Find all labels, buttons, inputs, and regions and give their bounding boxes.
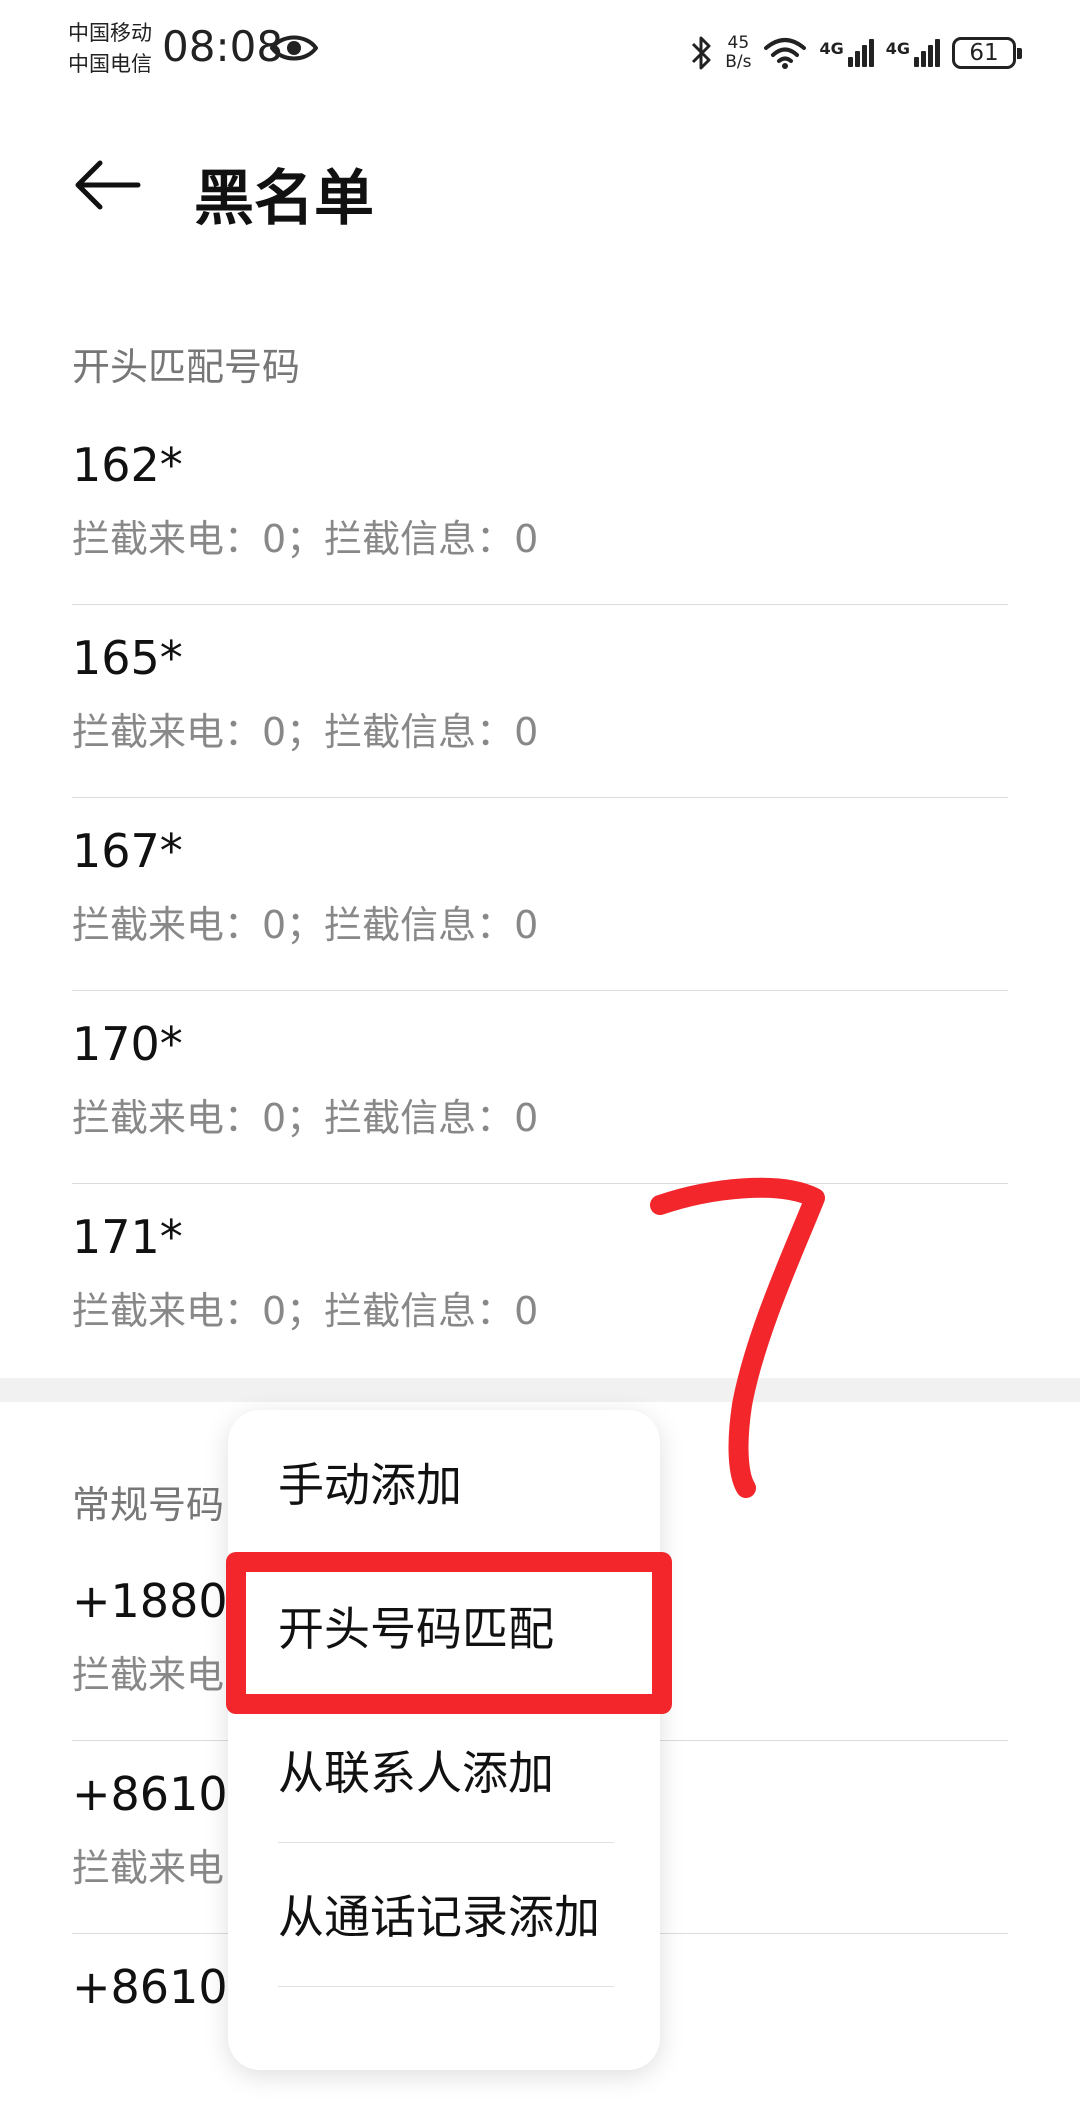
menu-divider xyxy=(278,1986,614,1987)
block-stats: 拦截来电 xyxy=(72,1846,225,1890)
section-header-regular: 常规号码 xyxy=(72,1483,225,1527)
menu-item-manual-add[interactable]: 手动添加 xyxy=(278,1410,614,1554)
bluetooth-icon xyxy=(692,36,711,70)
block-stats: 拦截来电：0；拦截信息：0 xyxy=(72,710,539,754)
sim2-network-type: 4G xyxy=(885,39,910,58)
list-item[interactable]: 167* 拦截来电：0；拦截信息：0 xyxy=(72,798,1008,991)
back-arrow-icon[interactable] xyxy=(72,155,142,215)
block-stats: 拦截来电 xyxy=(72,1653,225,1697)
menu-item-add-from-contacts[interactable]: 从联系人添加 xyxy=(278,1698,614,1842)
page-title: 黑名单 xyxy=(194,164,374,234)
block-stats: 拦截来电：0；拦截信息：0 xyxy=(72,903,539,947)
list-item[interactable]: 165* 拦截来电：0；拦截信息：0 xyxy=(72,605,1008,798)
app-bar: 黑名单 xyxy=(0,120,1080,250)
blocked-number: 171* xyxy=(72,1210,183,1264)
blocked-number: 165* xyxy=(72,631,183,685)
network-speed: 45 B/s xyxy=(725,34,751,72)
battery-level: 61 xyxy=(969,40,999,66)
list-item[interactable]: 170* 拦截来电：0；拦截信息：0 xyxy=(72,991,1008,1184)
blocked-number: 167* xyxy=(72,824,183,878)
list-item[interactable]: 162* 拦截来电：0；拦截信息：0 xyxy=(72,412,1008,605)
carrier-1: 中国移动 xyxy=(68,21,152,45)
wifi-icon xyxy=(764,38,807,69)
menu-item-add-from-call-log[interactable]: 从通话记录添加 xyxy=(278,1842,614,1986)
network-speed-value: 45 xyxy=(727,33,750,53)
block-stats: 拦截来电：0；拦截信息：0 xyxy=(72,517,539,561)
battery-icon: 61 xyxy=(952,37,1022,69)
list-item[interactable]: 171* 拦截来电：0；拦截信息：0 xyxy=(72,1184,1008,1377)
signal-sim1-icon: 4G xyxy=(819,39,874,67)
sim1-network-type: 4G xyxy=(819,39,844,58)
blocked-number: 162* xyxy=(72,438,183,492)
annotation-highlight-box xyxy=(226,1552,672,1714)
eye-comfort-icon xyxy=(270,35,318,61)
carrier-2: 中国电信 xyxy=(68,52,152,76)
carrier-names: 中国移动 中国电信 xyxy=(68,18,152,80)
annotation-step-number-7 xyxy=(650,1177,825,1498)
blocked-number: 170* xyxy=(72,1017,183,1071)
signal-sim2-icon: 4G xyxy=(886,39,940,67)
network-speed-unit: B/s xyxy=(725,52,752,72)
add-options-menu: 手动添加 开头号码匹配 从联系人添加 从通话记录添加 xyxy=(228,1410,660,2070)
status-time: 08:08 xyxy=(162,22,284,71)
section-header-prefix: 开头匹配号码 xyxy=(72,345,301,389)
status-bar: 中国移动 中国电信 08:08 45 B/s 4G 4G 61 xyxy=(0,0,1080,104)
system-indicators: 45 B/s 4G 4G 61 xyxy=(689,28,1022,78)
block-stats: 拦截来电：0；拦截信息：0 xyxy=(72,1289,539,1333)
block-stats: 拦截来电：0；拦截信息：0 xyxy=(72,1096,539,1140)
section-separator xyxy=(0,1378,1080,1402)
